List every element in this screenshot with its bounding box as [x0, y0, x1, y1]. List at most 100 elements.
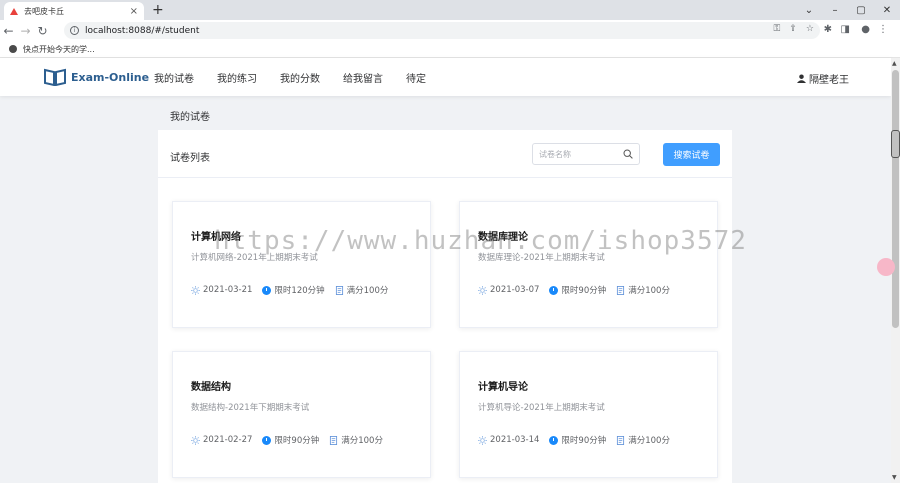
- user-menu[interactable]: 隔壁老王: [797, 71, 849, 86]
- watermark: https://www.huzhan.com/ishop3572: [214, 226, 747, 256]
- exam-score-text: 满分100分: [346, 286, 389, 296]
- main-menu: 我的试卷 我的练习 我的分数 给我留言 待定: [154, 58, 449, 96]
- exam-time-limit: 限时90分钟: [549, 284, 606, 296]
- exam-time-text: 限时90分钟: [274, 436, 320, 446]
- browser-menu-icon[interactable]: ⋮: [878, 24, 888, 35]
- bookmark-favicon-icon: [9, 45, 17, 53]
- menu-item-my-scores[interactable]: 我的分数: [280, 70, 320, 85]
- browser-tab[interactable]: 去吧皮卡丘 ×: [4, 2, 144, 20]
- search-exam-button[interactable]: 搜索试卷: [663, 143, 720, 166]
- exam-meta: 2021-03-21 限时120分钟 满分100分: [191, 284, 398, 296]
- exam-meta: 2021-02-27 限时90分钟 满分100分: [191, 434, 393, 446]
- extensions-icon[interactable]: ✱: [824, 24, 832, 35]
- exam-full-score: 满分100分: [335, 284, 389, 296]
- exam-meta: 2021-03-14 限时90分钟 满分100分: [478, 434, 680, 446]
- menu-item-pending[interactable]: 待定: [406, 70, 426, 85]
- sun-icon: [478, 285, 487, 295]
- exam-full-score: 满分100分: [616, 434, 670, 446]
- exam-full-score: 满分100分: [329, 434, 383, 446]
- share-icon[interactable]: ⇪: [789, 24, 797, 34]
- exam-full-score: 满分100分: [616, 284, 670, 296]
- address-bar: ← → ↻ i localhost:8088/#/student ⚿ ⇪ ☆ ✱…: [0, 20, 900, 41]
- tab-search-icon[interactable]: ⌄: [796, 5, 822, 16]
- sun-icon: [191, 285, 200, 295]
- exam-title[interactable]: 数据结构: [191, 378, 231, 393]
- exam-title[interactable]: 计算机导论: [478, 378, 528, 393]
- menu-item-my-practice[interactable]: 我的练习: [217, 70, 257, 85]
- user-icon: [797, 74, 806, 83]
- panel-header: 试卷列表 搜索试卷: [158, 130, 732, 178]
- panel-title: 试卷列表: [170, 153, 210, 164]
- menu-item-my-exams[interactable]: 我的试卷: [154, 70, 194, 85]
- scroll-down-icon[interactable]: ▼: [892, 474, 897, 481]
- breadcrumb: 我的试卷: [170, 112, 210, 123]
- exam-meta: 2021-03-07 限时90分钟 满分100分: [478, 284, 680, 296]
- exam-score-text: 满分100分: [341, 436, 383, 446]
- book-logo-icon: [44, 68, 66, 86]
- exam-date: 2021-02-27: [191, 435, 252, 445]
- sun-icon: [478, 435, 487, 445]
- close-window-icon[interactable]: ✕: [874, 5, 900, 16]
- bookmarks-bar: 快点开始今天的学...: [0, 41, 900, 58]
- exam-time-text: 限时90分钟: [561, 286, 607, 296]
- logo-text: Exam-Online: [71, 70, 150, 84]
- document-icon: [335, 285, 343, 295]
- site-info-icon[interactable]: i: [70, 26, 79, 35]
- minimize-icon[interactable]: –: [822, 5, 848, 16]
- sun-icon: [191, 435, 200, 445]
- exam-score-text: 满分100分: [628, 436, 670, 446]
- exam-date: 2021-03-21: [191, 285, 252, 295]
- floating-helper-icon[interactable]: [877, 258, 895, 276]
- exam-card[interactable]: 数据结构 数据结构-2021年下期期末考试 2021-02-27 限时90分钟 …: [172, 351, 431, 478]
- scroll-thumb[interactable]: [892, 70, 899, 328]
- bookmark-item[interactable]: 快点开始今天的学...: [23, 44, 95, 55]
- clock-icon: [549, 435, 559, 445]
- exam-description: 数据结构-2021年下期期末考试: [191, 403, 310, 413]
- search-icon[interactable]: [623, 149, 633, 159]
- back-icon[interactable]: ←: [0, 24, 17, 38]
- exam-date-text: 2021-03-21: [203, 285, 253, 295]
- url-text[interactable]: localhost:8088/#/student: [85, 26, 199, 36]
- profile-icon[interactable]: ●: [861, 24, 870, 35]
- app-logo[interactable]: Exam-Online: [44, 68, 149, 86]
- tab-close-icon[interactable]: ×: [130, 6, 138, 17]
- omnibox[interactable]: i localhost:8088/#/student ⚿ ⇪ ☆: [64, 22, 820, 39]
- document-icon: [617, 285, 625, 295]
- document-icon: [330, 435, 338, 445]
- exam-time-text: 限时120分钟: [274, 286, 325, 296]
- exam-time-limit: 限时90分钟: [262, 434, 319, 446]
- reload-icon[interactable]: ↻: [34, 24, 51, 38]
- window-controls: ⌄ – ▢ ✕: [796, 0, 900, 20]
- search-box: [532, 143, 640, 165]
- new-tab-button[interactable]: +: [152, 2, 164, 18]
- scroll-up-icon[interactable]: ▲: [892, 60, 897, 67]
- app-header: Exam-Online 我的试卷 我的练习 我的分数 给我留言 待定 隔壁老王: [0, 58, 891, 96]
- exam-date: 2021-03-07: [478, 285, 539, 295]
- clock-icon: [549, 285, 559, 295]
- exam-description: 计算机导论-2021年上期期末考试: [478, 403, 605, 413]
- exam-date-text: 2021-03-07: [490, 285, 540, 295]
- forward-icon[interactable]: →: [17, 24, 34, 38]
- exam-date-text: 2021-02-27: [203, 435, 253, 445]
- scroll-focus-outline: [891, 130, 900, 158]
- menu-item-leave-message[interactable]: 给我留言: [343, 70, 383, 85]
- exam-score-text: 满分100分: [628, 286, 670, 296]
- exam-card[interactable]: 计算机导论 计算机导论-2021年上期期末考试 2021-03-14 限时90分…: [459, 351, 718, 478]
- exam-list-panel: 试卷列表 搜索试卷 计算机网络 计算机网络-2021年上期期末考试 2021-0…: [158, 130, 732, 483]
- exam-card[interactable]: 计算机网络 计算机网络-2021年上期期末考试 2021-03-21 限时120…: [172, 201, 431, 328]
- browser-tabbar: 去吧皮卡丘 × + ⌄ – ▢ ✕: [0, 0, 900, 20]
- side-panel-icon[interactable]: ◨: [841, 24, 850, 35]
- maximize-icon[interactable]: ▢: [848, 5, 874, 16]
- clock-icon: [262, 285, 272, 295]
- exam-time-text: 限时90分钟: [561, 436, 607, 446]
- key-icon[interactable]: ⚿: [774, 24, 781, 34]
- exam-time-limit: 限时120分钟: [262, 284, 325, 296]
- search-input[interactable]: [539, 149, 619, 159]
- tab-title: 去吧皮卡丘: [24, 6, 64, 16]
- bookmark-star-icon[interactable]: ☆: [806, 24, 814, 34]
- exam-date-text: 2021-03-14: [490, 435, 540, 445]
- exam-card[interactable]: 数据库理论 数据库理论-2021年上期期末考试 2021-03-07 限时90分…: [459, 201, 718, 328]
- user-name: 隔壁老王: [809, 75, 849, 86]
- exam-time-limit: 限时90分钟: [549, 434, 606, 446]
- exam-date: 2021-03-14: [478, 435, 539, 445]
